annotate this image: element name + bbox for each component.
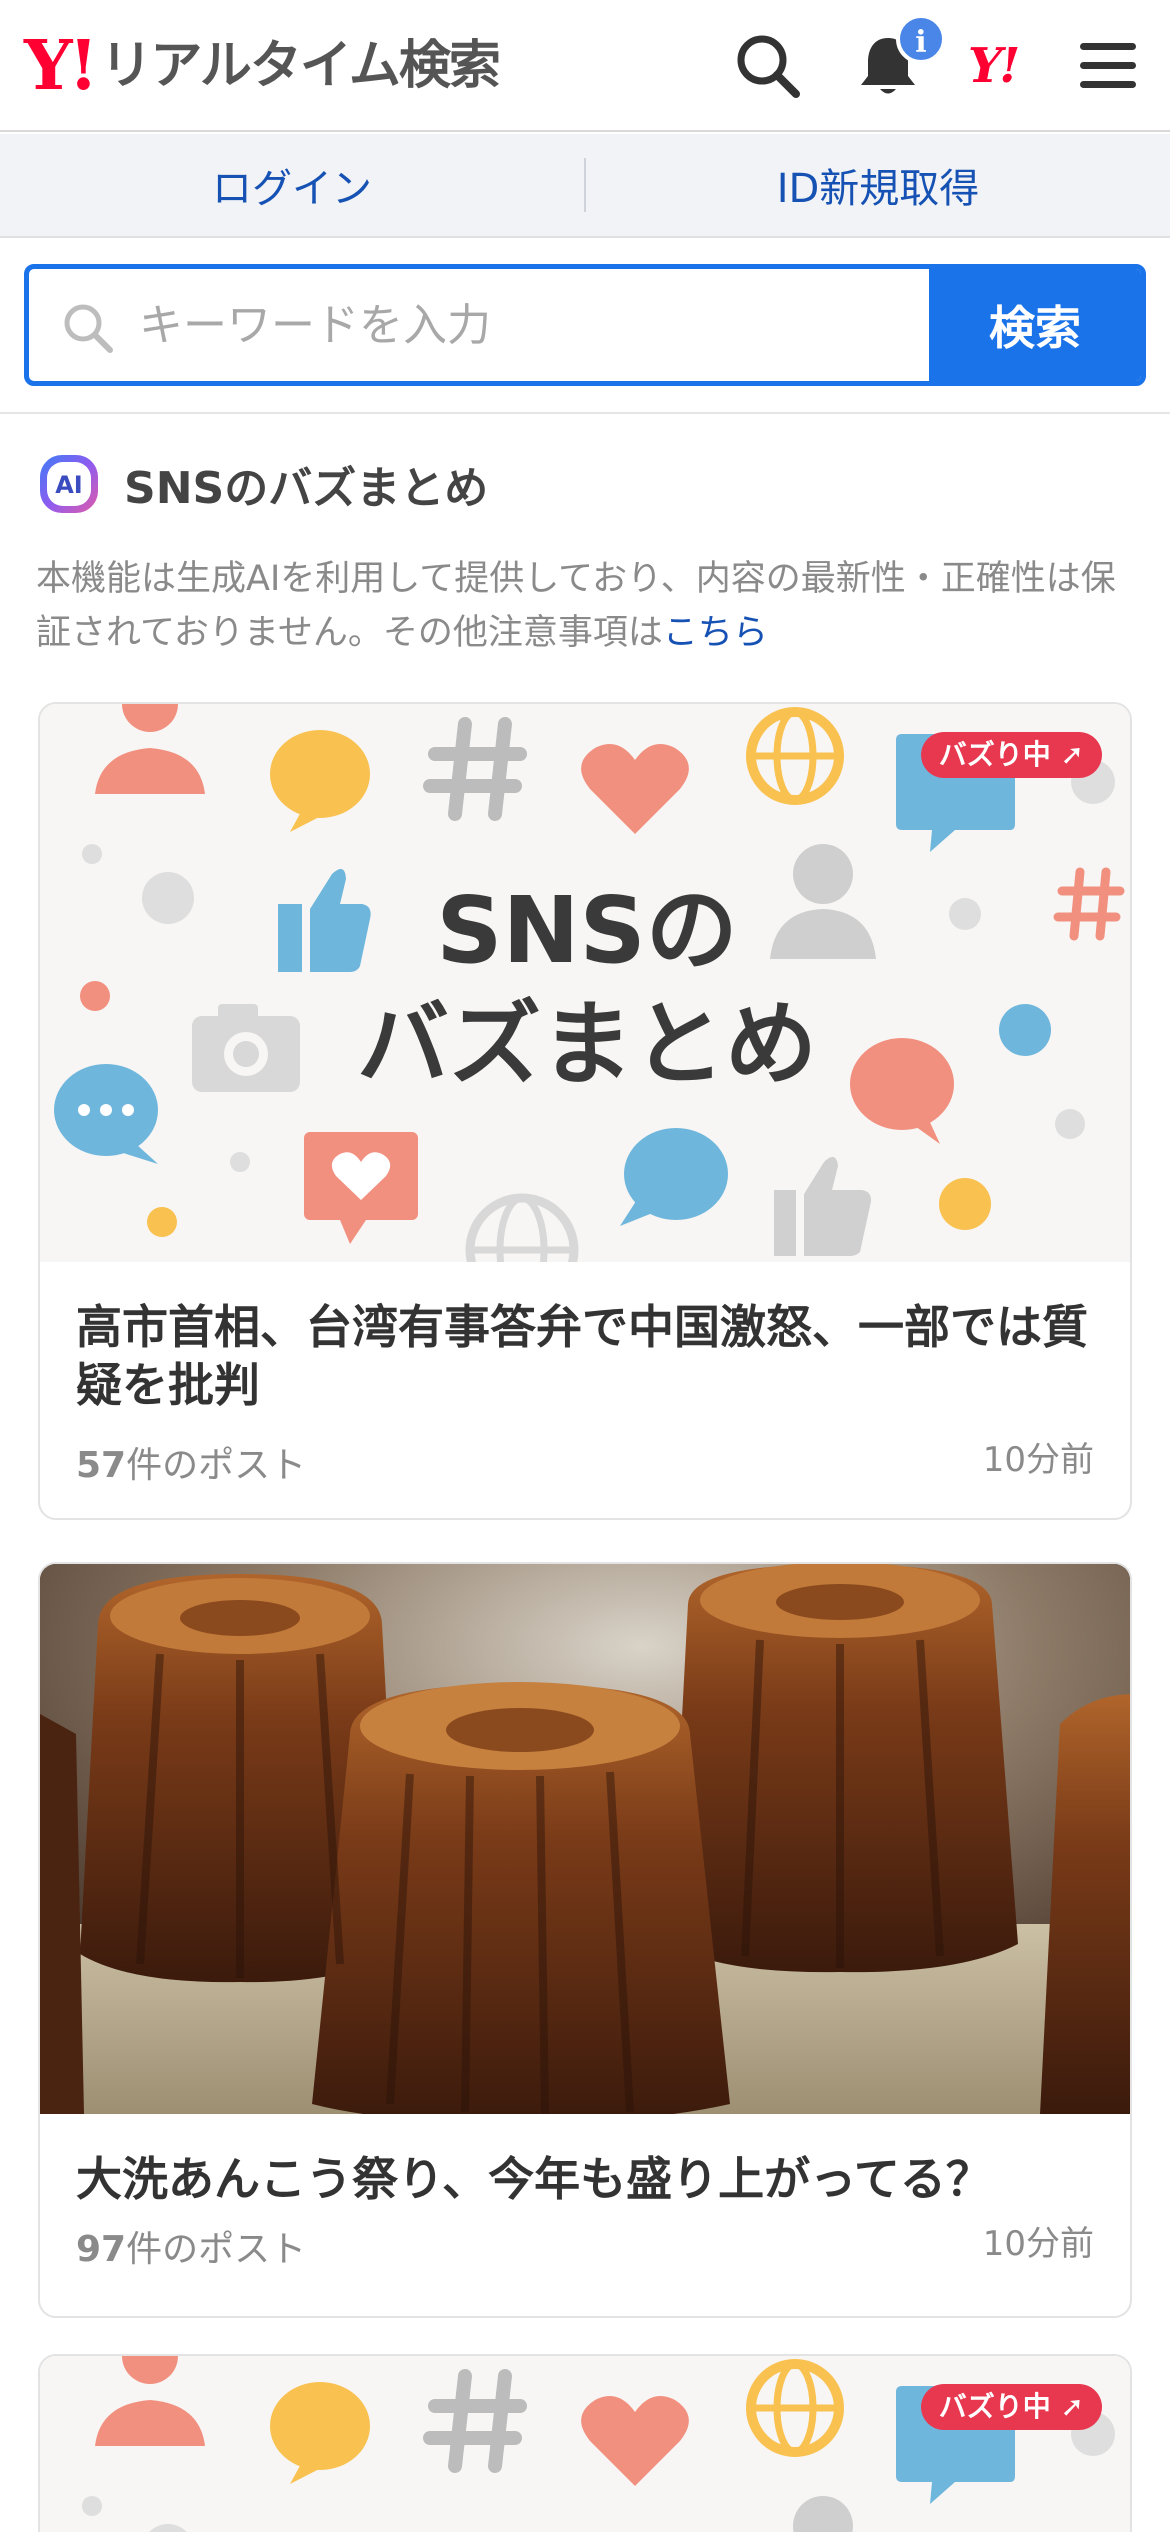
canele-photo-art [40, 1564, 1130, 2114]
yahoo-logo-mark: Y! [24, 26, 98, 106]
menu-icon[interactable] [1072, 30, 1144, 102]
auth-bar: ログイン ID新規取得 [0, 134, 1170, 238]
buzz-card[interactable]: バズり中 ➚ [38, 2354, 1132, 2532]
site-title: リアルタイム検索 [100, 36, 500, 96]
card-title: 大洗あんこう祭り、今年も盛り上がってる？ [76, 2152, 992, 2206]
canele-photo [40, 1564, 1130, 2114]
illustration-title-line1: SNSの [436, 877, 738, 984]
site-logo[interactable]: Y! リアルタイム検索 [24, 26, 501, 106]
buzz-badge-label: バズり中 [938, 2390, 1051, 2423]
post-count-suffix: 件のポスト [126, 2229, 307, 2270]
sns-illustration-art [82, 2356, 1115, 2532]
post-count: 57件のポスト [76, 1436, 306, 1488]
login-link[interactable]: ログイン [0, 156, 584, 214]
card-title: 高市首相、台湾有事答弁で中国激怒、一部では質疑を批判 [76, 1300, 1088, 1412]
register-link[interactable]: ID新規取得 [586, 156, 1170, 214]
search-button[interactable]: 検索 [929, 269, 1141, 381]
card-meta: 97件のポスト 10分前 [76, 2210, 1094, 2270]
trending-up-icon: ➚ [1060, 738, 1084, 771]
ai-icon: AI [40, 455, 98, 513]
yahoo-home-icon[interactable]: Y! [968, 38, 1048, 94]
buzz-card[interactable]: SNSの バズまとめ バズり中 ➚ 高市首相、台湾有事答弁で中国激怒、一部では質… [38, 702, 1132, 1520]
disclaimer-text: 本機能は生成AIを利用して提供しており、内容の最新性・正確性は保証されておりませ… [36, 559, 1116, 653]
post-count-number: 97 [76, 2229, 127, 2270]
post-count: 97件のポスト [76, 2220, 306, 2272]
post-time: 10分前 [982, 1440, 1094, 1480]
ai-badge-text: AI [55, 471, 83, 499]
notification-badge: i [896, 14, 946, 64]
search-icon[interactable] [732, 30, 804, 102]
ai-disclaimer: 本機能は生成AIを利用して提供しており、内容の最新性・正確性は保証されておりませ… [36, 552, 1136, 660]
section-title: SNSのバズまとめ [124, 463, 489, 514]
card-meta: 57件のポスト 10分前 [76, 1426, 1094, 1486]
buzz-illustration: SNSの バズまとめ バズり中 ➚ [40, 704, 1130, 1262]
trending-up-icon: ➚ [1060, 2390, 1084, 2423]
post-count-suffix: 件のポスト [126, 1445, 307, 1486]
sns-illustration-art: SNSの バズまとめ [54, 704, 1125, 1262]
post-time: 10分前 [982, 2224, 1094, 2264]
buzz-illustration: バズり中 ➚ [40, 2356, 1130, 2532]
section-header: AI SNSのバズまとめ [36, 448, 488, 520]
app-header: Y! リアルタイム検索 i Y! [0, 0, 1170, 132]
buzz-badge: バズり中 ➚ [920, 732, 1102, 778]
search-field-icon [64, 304, 113, 353]
post-count-number: 57 [76, 1445, 127, 1486]
buzz-badge: バズり中 ➚ [920, 2384, 1102, 2430]
buzz-badge-label: バズり中 [938, 738, 1051, 771]
card-body: 高市首相、台湾有事答弁で中国激怒、一部では質疑を批判 57件のポスト 10分前 [40, 1262, 1130, 1486]
disclaimer-link[interactable]: こちら [663, 613, 768, 653]
buzz-card[interactable]: 大洗あんこう祭り、今年も盛り上がってる？ 97件のポスト 10分前 [38, 1562, 1132, 2318]
section-divider [0, 412, 1170, 414]
search-input[interactable] [139, 289, 939, 361]
search-box: 検索 [24, 264, 1146, 386]
card-body: 大洗あんこう祭り、今年も盛り上がってる？ 97件のポスト 10分前 [40, 2114, 1130, 2270]
illustration-title-line2: バズまとめ [357, 991, 817, 1098]
